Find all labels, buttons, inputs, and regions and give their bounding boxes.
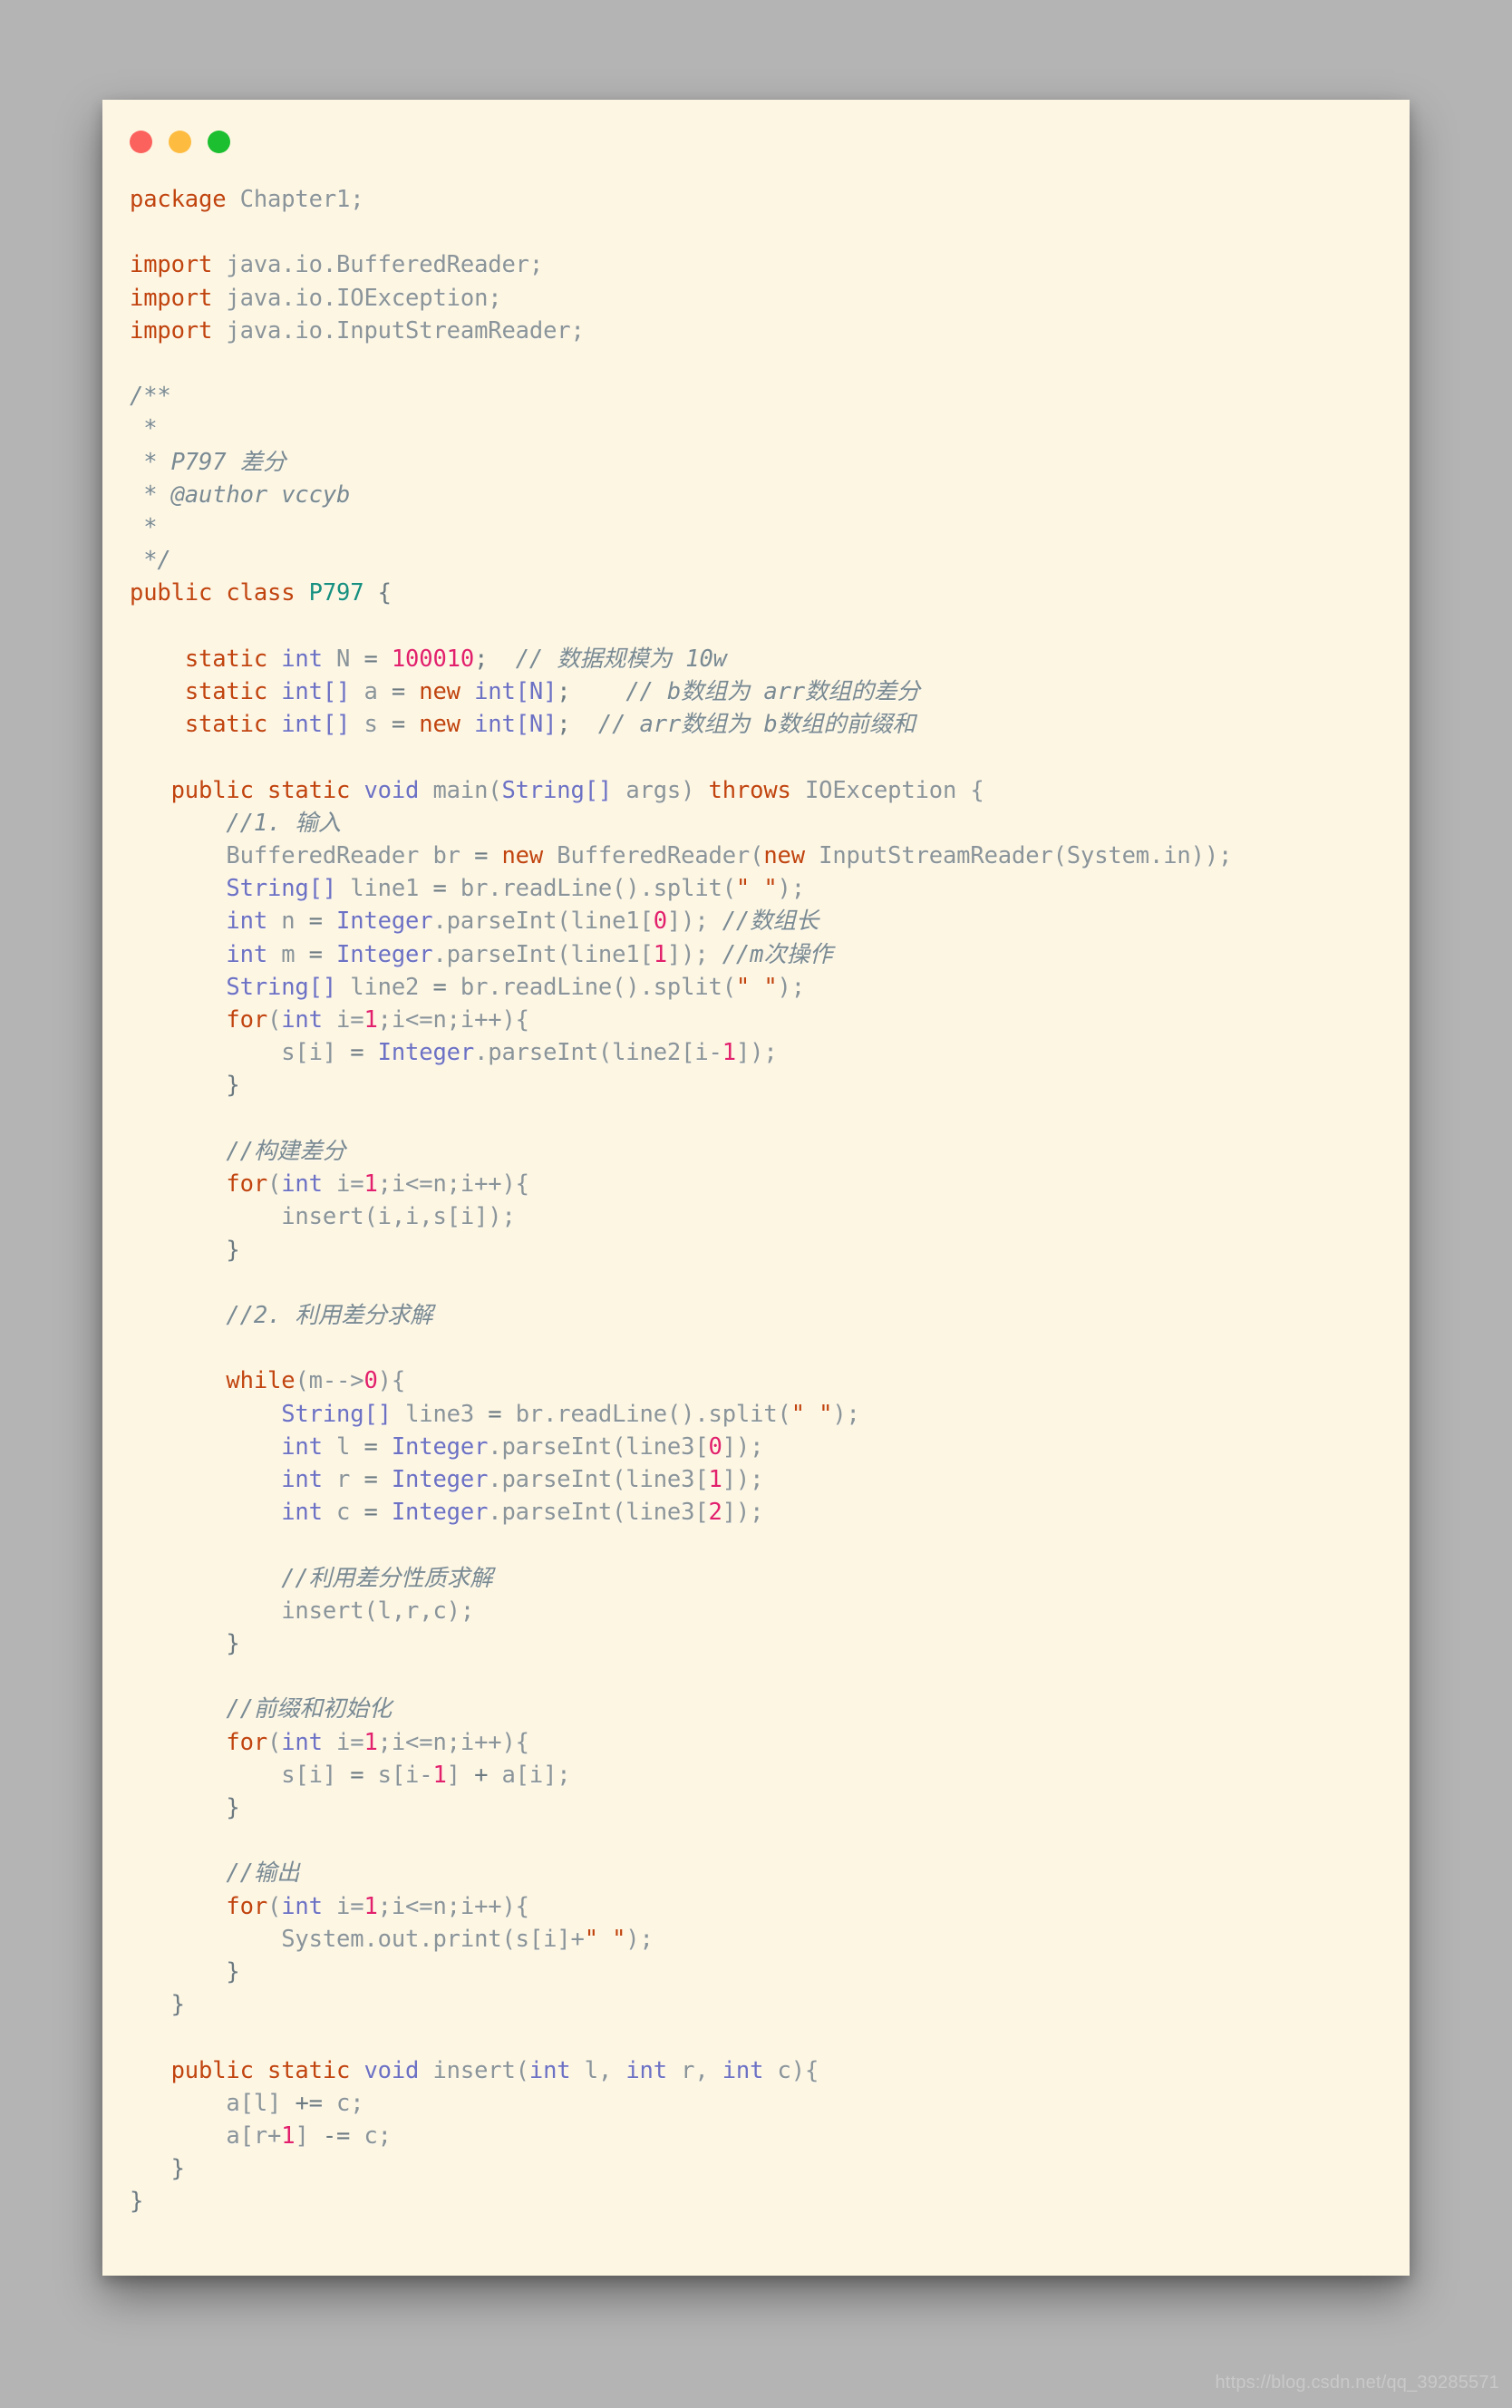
code-line: while(m-->0){ (226, 1367, 406, 1395)
code-line: /** (130, 383, 171, 411)
code-line: String[] line3 = br.readLine().split(" "… (281, 1400, 860, 1428)
code-line: * (130, 514, 158, 542)
code-line: //1. 输入 (226, 809, 342, 837)
code-line: static int[] s = new int[N]; // arr数组为 b… (184, 711, 916, 739)
code-line: public static void main(String[] args) t… (170, 776, 984, 804)
code-line: s[i] = Integer.parseInt(line2[i-1]); (281, 1039, 778, 1067)
code-line: int c = Integer.parseInt(line3[2]); (281, 1499, 764, 1527)
code-line: } (226, 1236, 240, 1264)
close-window-dot-icon[interactable] (130, 131, 152, 153)
minimize-window-dot-icon[interactable] (169, 131, 191, 153)
maximize-window-dot-icon[interactable] (208, 131, 230, 153)
code-line: a[r+1] -= c; (226, 2122, 392, 2150)
code-line: //2. 利用差分求解 (226, 1301, 433, 1329)
code-line: } (130, 2188, 144, 2216)
code-line: s[i] = s[i-1] + a[i]; (281, 1761, 571, 1789)
code-line: import java.io.InputStreamReader; (130, 316, 585, 345)
code-line: } (226, 1629, 240, 1657)
code-line: } (226, 1072, 240, 1100)
code-line: } (226, 1957, 240, 1986)
code-block: package Chapter1; import java.io.Buffere… (130, 183, 1401, 2219)
code-line: public static void insert(int l, int r, … (170, 2056, 819, 2084)
code-line: for(int i=1;i<=n;i++){ (226, 1892, 529, 1920)
code-line: for(int i=1;i<=n;i++){ (226, 1170, 529, 1199)
code-line: //前缀和初始化 (226, 1695, 392, 1723)
code-line: System.out.print(s[i]+" "); (281, 1925, 654, 1953)
code-line: public class P797 { (130, 579, 392, 607)
code-line: int n = Integer.parseInt(line1[0]); //数组… (226, 908, 819, 936)
code-line: a[l] += c; (226, 2089, 364, 2117)
watermark-text: https://blog.csdn.net/qq_39285571 (1215, 2373, 1499, 2393)
code-line: static int N = 100010; // 数据规模为 10w (184, 645, 727, 673)
code-line: * P797 差分 (130, 448, 286, 476)
code-line: * (130, 415, 158, 443)
code-line: } (170, 2155, 185, 2183)
code-line: String[] line2 = br.readLine().split(" "… (226, 973, 805, 1001)
code-line: for(int i=1;i<=n;i++){ (226, 1728, 529, 1756)
code-line: } (226, 1793, 240, 1821)
code-line: insert(i,i,s[i]); (281, 1203, 516, 1231)
code-line: for(int i=1;i<=n;i++){ (226, 1006, 529, 1034)
code-line: import java.io.BufferedReader; (130, 251, 544, 279)
code-line: int m = Integer.parseInt(line1[1]); //m次… (226, 940, 833, 968)
code-line: */ (130, 547, 171, 575)
code-line: insert(l,r,c); (281, 1597, 475, 1625)
code-line: //构建差分 (226, 1137, 346, 1165)
code-line: package Chapter1; (130, 186, 364, 213)
code-line: import java.io.IOException; (130, 284, 502, 312)
window-controls (130, 131, 230, 153)
code-line: static int[] a = new int[N]; // b数组为 arr… (184, 678, 920, 706)
code-line: //利用差分性质求解 (281, 1564, 493, 1592)
code-line: int l = Integer.parseInt(line3[0]); (281, 1432, 764, 1461)
code-line: } (170, 1991, 185, 2019)
code-line: //输出 (226, 1859, 300, 1888)
code-line: * @author vccyb (130, 481, 351, 509)
code-line: int r = Integer.parseInt(line3[1]); (281, 1465, 764, 1493)
code-line: BufferedReader br = new BufferedReader(n… (226, 842, 1233, 870)
code-snippet-card: package Chapter1; import java.io.Buffere… (102, 100, 1410, 2276)
code-line: String[] line1 = br.readLine().split(" "… (226, 875, 805, 903)
